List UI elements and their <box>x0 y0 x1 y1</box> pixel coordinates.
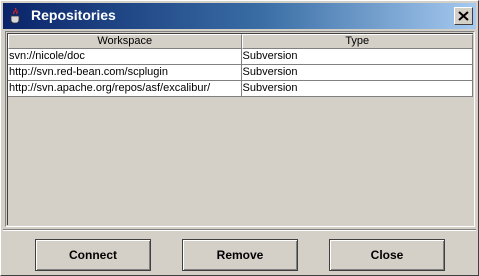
column-header-workspace[interactable]: Workspace <box>8 34 242 49</box>
connect-button[interactable]: Connect <box>35 239 151 271</box>
table-row[interactable]: svn://nicole/doc Subversion <box>8 49 473 65</box>
remove-button[interactable]: Remove <box>182 239 298 271</box>
repositories-dialog: Repositories Workspace Type svn://nicole… <box>0 0 479 276</box>
column-header-type[interactable]: Type <box>241 34 473 49</box>
table-header: Workspace Type <box>8 34 473 49</box>
window-title: Repositories <box>31 7 116 23</box>
title-bar[interactable]: Repositories <box>3 3 476 29</box>
type-cell[interactable]: Subversion <box>241 49 473 65</box>
separator <box>3 229 476 231</box>
repositories-table[interactable]: Workspace Type svn://nicole/doc Subversi… <box>5 31 475 227</box>
type-cell[interactable]: Subversion <box>241 65 473 81</box>
window-close-button[interactable] <box>454 7 473 25</box>
java-cup-icon <box>10 8 21 24</box>
close-x-icon <box>458 11 469 21</box>
workspace-cell[interactable]: http://svn.red-bean.com/scplugin <box>8 65 242 81</box>
close-button[interactable]: Close <box>329 239 445 271</box>
table-row[interactable]: http://svn.red-bean.com/scplugin Subvers… <box>8 65 473 81</box>
table-row[interactable]: http://svn.apache.org/repos/asf/excalibu… <box>8 81 473 97</box>
workspace-cell[interactable]: svn://nicole/doc <box>8 49 242 65</box>
workspace-cell[interactable]: http://svn.apache.org/repos/asf/excalibu… <box>8 81 242 97</box>
type-cell[interactable]: Subversion <box>241 81 473 97</box>
